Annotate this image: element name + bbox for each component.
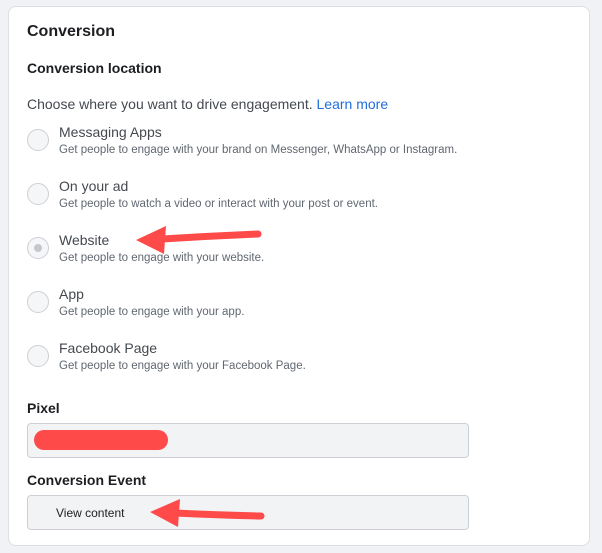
conversion-event-value: View content [56, 506, 125, 520]
radio-website[interactable] [27, 237, 49, 259]
option-description: Get people to watch a video or interact … [59, 198, 378, 210]
conversion-event-label: Conversion Event [27, 472, 147, 488]
description-text: Choose where you want to drive engagemen… [27, 96, 313, 112]
redaction-mark [34, 430, 168, 450]
pixel-label: Pixel [27, 400, 60, 416]
conversion-event-select[interactable]: View content [27, 495, 469, 530]
option-description: Get people to engage with your brand on … [59, 144, 458, 156]
radio-facebook-page[interactable] [27, 345, 49, 367]
conversion-card: Conversion Conversion location Choose wh… [8, 6, 590, 546]
option-description: Get people to engage with your website. [59, 252, 265, 264]
option-description: Get people to engage with your Facebook … [59, 360, 306, 372]
pixel-select[interactable] [27, 423, 469, 458]
option-website[interactable]: Website Get people to engage with your w… [25, 232, 545, 274]
option-label: Messaging Apps [59, 124, 162, 140]
option-label: Website [59, 232, 110, 248]
option-label: Facebook Page [59, 340, 158, 356]
option-app[interactable]: App Get people to engage with your app. [25, 286, 545, 328]
section-title: Conversion [27, 23, 116, 40]
option-label: On your ad [59, 178, 129, 194]
option-facebook-page[interactable]: Facebook Page Get people to engage with … [25, 340, 545, 382]
conversion-location-title: Conversion location [27, 60, 162, 76]
option-on-your-ad[interactable]: On your ad Get people to watch a video o… [25, 178, 545, 220]
learn-more-link[interactable]: Learn more [317, 96, 389, 112]
radio-messaging-apps[interactable] [27, 129, 49, 151]
option-label: App [59, 286, 84, 302]
option-description: Get people to engage with your app. [59, 306, 245, 318]
radio-app[interactable] [27, 291, 49, 313]
radio-on-your-ad[interactable] [27, 183, 49, 205]
conversion-location-description: Choose where you want to drive engagemen… [27, 96, 388, 112]
option-messaging-apps[interactable]: Messaging Apps Get people to engage with… [25, 124, 545, 166]
